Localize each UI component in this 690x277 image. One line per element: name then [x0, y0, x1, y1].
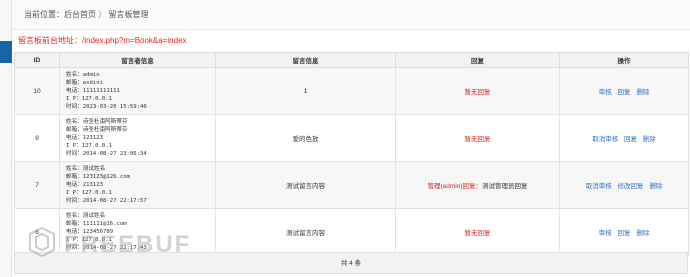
reply-content: 测试管理员回复 [482, 183, 528, 190]
reply-link[interactable]: 回复 [618, 89, 631, 96]
author-phone: 电话：123123 [66, 135, 103, 141]
delete-link[interactable]: 删除 [649, 183, 662, 190]
message-text: 测试留言内容 [215, 208, 396, 256]
header-message: 留言信息 [215, 52, 396, 68]
approve-link[interactable]: 审核 [599, 89, 612, 96]
author-name: 姓名：admin [66, 72, 100, 78]
header-id: ID [14, 52, 60, 68]
header-author: 留言者信息 [59, 52, 216, 68]
author-info: 姓名：诗圣杜甫阿斯蒂芬 邮箱：诗圣杜甫阿斯蒂芬 电话：123123 I P：12… [59, 114, 216, 162]
message-text: 爱的色放 [215, 114, 396, 162]
breadcrumb-home-link[interactable]: 后台首页 [64, 10, 96, 19]
reply-status: 暂无回复 [464, 89, 491, 96]
delete-link[interactable]: 删除 [643, 136, 656, 143]
reply-link[interactable]: 回复 [618, 230, 631, 237]
reply-prefix: 管理(admin)回复： [427, 183, 483, 190]
author-ip: I P：127.0.0.1 [66, 96, 113, 102]
actions-cell: 审核 回复 删除 [559, 208, 689, 256]
author-name: 姓名：诗圣杜甫阿斯蒂芬 [66, 119, 128, 125]
edit-reply-link[interactable]: 修改回复 [618, 183, 644, 190]
author-time: 时间：2014-08-27 22:17:57 [66, 198, 147, 204]
sidebar-active-item[interactable] [0, 41, 12, 63]
actions-cell: 取消审核 回复 删除 [559, 114, 689, 162]
breadcrumb-prefix: 当前位置： [24, 10, 64, 19]
breadcrumb-current: 留言板管理 [108, 10, 149, 19]
author-email: 邮箱：123123@126.com [66, 174, 130, 180]
table-row: 7 姓名：测试姓名 邮箱：123123@126.com 电话：213123 I … [14, 161, 689, 209]
unapprove-link[interactable]: 取消审核 [592, 136, 618, 143]
author-name: 姓名：测试姓名 [66, 213, 106, 219]
svg-text:FREEBUF: FREEBUF [64, 231, 191, 258]
main-content: 当前位置：后台首页 〉 留言板管理 留言板前台地址：/index.php?m=B… [12, 0, 690, 277]
unapprove-link[interactable]: 取消审核 [586, 183, 612, 190]
approve-link[interactable]: 审核 [599, 230, 612, 237]
delete-link[interactable]: 删除 [636, 89, 649, 96]
message-text: 1 [215, 67, 396, 115]
message-text: 测试留言内容 [215, 161, 396, 209]
author-email: 邮箱：诗圣杜甫阿斯蒂芬 [66, 127, 128, 133]
table-row: 10 姓名：admin 邮箱：asdini 电话：11111111111 I P… [14, 67, 689, 115]
table-row: 9 姓名：诗圣杜甫阿斯蒂芬 邮箱：诗圣杜甫阿斯蒂芬 电话：123123 I P：… [14, 114, 689, 162]
author-phone: 电话：213123 [66, 182, 103, 188]
author-time: 时间：2023-03-20 15:59:40 [66, 104, 147, 110]
row-id: 7 [14, 161, 60, 209]
breadcrumb-separator: 〉 [98, 10, 107, 19]
actions-cell: 审核 回复 删除 [559, 67, 689, 115]
reply-status: 暂无回复 [464, 136, 491, 143]
reply-cell: 管理(admin)回复：测试管理员回复 [395, 161, 560, 209]
sidebar [0, 0, 12, 277]
author-info: 姓名：admin 邮箱：asdini 电话：11111111111 I P：12… [59, 67, 216, 115]
freebuf-watermark-logo: FREEBUF [29, 226, 191, 258]
reply-cell: 暂无回复 [395, 114, 560, 162]
header-actions: 操作 [559, 52, 689, 68]
reply-link[interactable]: 回复 [624, 136, 637, 143]
author-phone: 电话：11111111111 [66, 88, 120, 94]
header-reply: 回复 [395, 52, 560, 68]
row-id: 10 [14, 67, 60, 115]
author-info: 姓名：测试姓名 邮箱：123123@126.com 电话：213123 I P：… [59, 161, 216, 209]
frontend-address: 留言板前台地址：/index.php?m=Book&a=index [18, 36, 187, 45]
reply-cell: 暂无回复 [395, 67, 560, 115]
breadcrumb: 当前位置：后台首页 〉 留言板管理 [12, 0, 690, 30]
author-name: 姓名：测试姓名 [66, 166, 106, 172]
author-ip: I P：127.0.0.1 [66, 143, 113, 149]
author-ip: I P：127.0.0.1 [66, 190, 113, 196]
reply-status: 暂无回复 [464, 230, 491, 237]
author-email: 邮箱：asdini [66, 80, 103, 86]
actions-cell: 取消审核 修改回复 删除 [559, 161, 689, 209]
author-time: 时间：2014-08-27 23:06:34 [66, 151, 147, 157]
table-header-row: ID 留言者信息 留言信息 回复 操作 [14, 52, 689, 68]
row-id: 9 [14, 114, 60, 162]
reply-cell: 暂无回复 [395, 208, 560, 256]
delete-link[interactable]: 删除 [636, 230, 649, 237]
